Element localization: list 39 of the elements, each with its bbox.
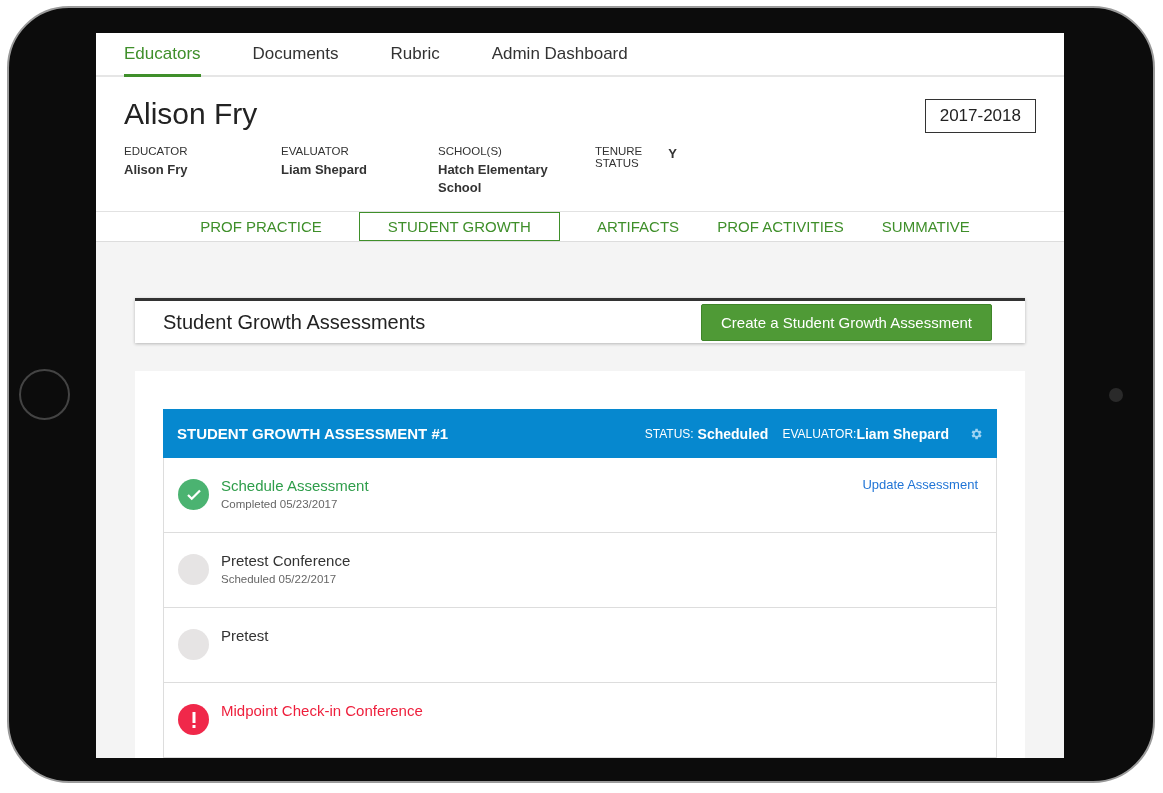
field-label: TENURE STATUS <box>595 145 644 171</box>
check-icon <box>178 479 209 510</box>
step-title: Schedule Assessment <box>221 477 369 494</box>
pending-circle-icon <box>178 629 209 660</box>
educator-name: Alison Fry <box>124 97 259 131</box>
field-value: Alison Fry <box>124 161 189 179</box>
field-value: Liam Shepard <box>281 161 368 179</box>
evaluator-label: EVALUATOR: <box>782 426 857 441</box>
update-link[interactable]: Update Assessment <box>862 477 978 492</box>
step-date: Completed 05/23/2017 <box>221 498 339 510</box>
nav-tab[interactable]: Rubric <box>390 33 440 77</box>
step-title: Pretest Conference <box>221 552 351 569</box>
assessment-title: STUDENT GROWTH ASSESSMENT #1 <box>177 425 450 442</box>
pending-circle-icon <box>178 554 209 585</box>
section-tab[interactable]: SUMMATIVE <box>880 212 971 241</box>
field-label: SCHOOL(S) <box>438 145 503 157</box>
section-tab[interactable]: PROF ACTIVITIES <box>716 212 845 241</box>
camera-icon <box>1108 387 1123 402</box>
evaluator-value: Liam Shepard <box>856 425 949 442</box>
nav-tab[interactable]: Documents <box>252 33 339 77</box>
step-title: Midpoint Check-in Conference <box>221 702 423 719</box>
field-value: Y <box>668 145 678 163</box>
section-tab[interactable]: ARTIFACTS <box>595 212 681 241</box>
create-button[interactable]: Create a Student Growth Assessment <box>701 303 992 341</box>
field-label: EVALUATOR <box>281 145 350 157</box>
nav-tab[interactable]: Admin Dashboard <box>491 33 628 77</box>
year-selector[interactable]: 2017-2018 <box>924 99 1036 133</box>
home-button[interactable] <box>19 369 70 420</box>
status-value: Scheduled <box>696 425 769 442</box>
status-label: STATUS: <box>644 426 694 441</box>
step-date: Scheduled 05/22/2017 <box>221 573 338 585</box>
section-tab[interactable]: PROF PRACTICE <box>199 212 323 241</box>
field-value: Hatch Elementary School <box>438 161 549 197</box>
field-label: EDUCATOR <box>124 145 189 157</box>
settings-icon[interactable] <box>969 426 983 441</box>
card-title: Student Growth Assessments <box>163 310 426 334</box>
section-tab[interactable]: STUDENT GROWTH <box>358 212 560 241</box>
alert-icon <box>178 704 209 735</box>
step-title: Pretest <box>221 627 269 644</box>
